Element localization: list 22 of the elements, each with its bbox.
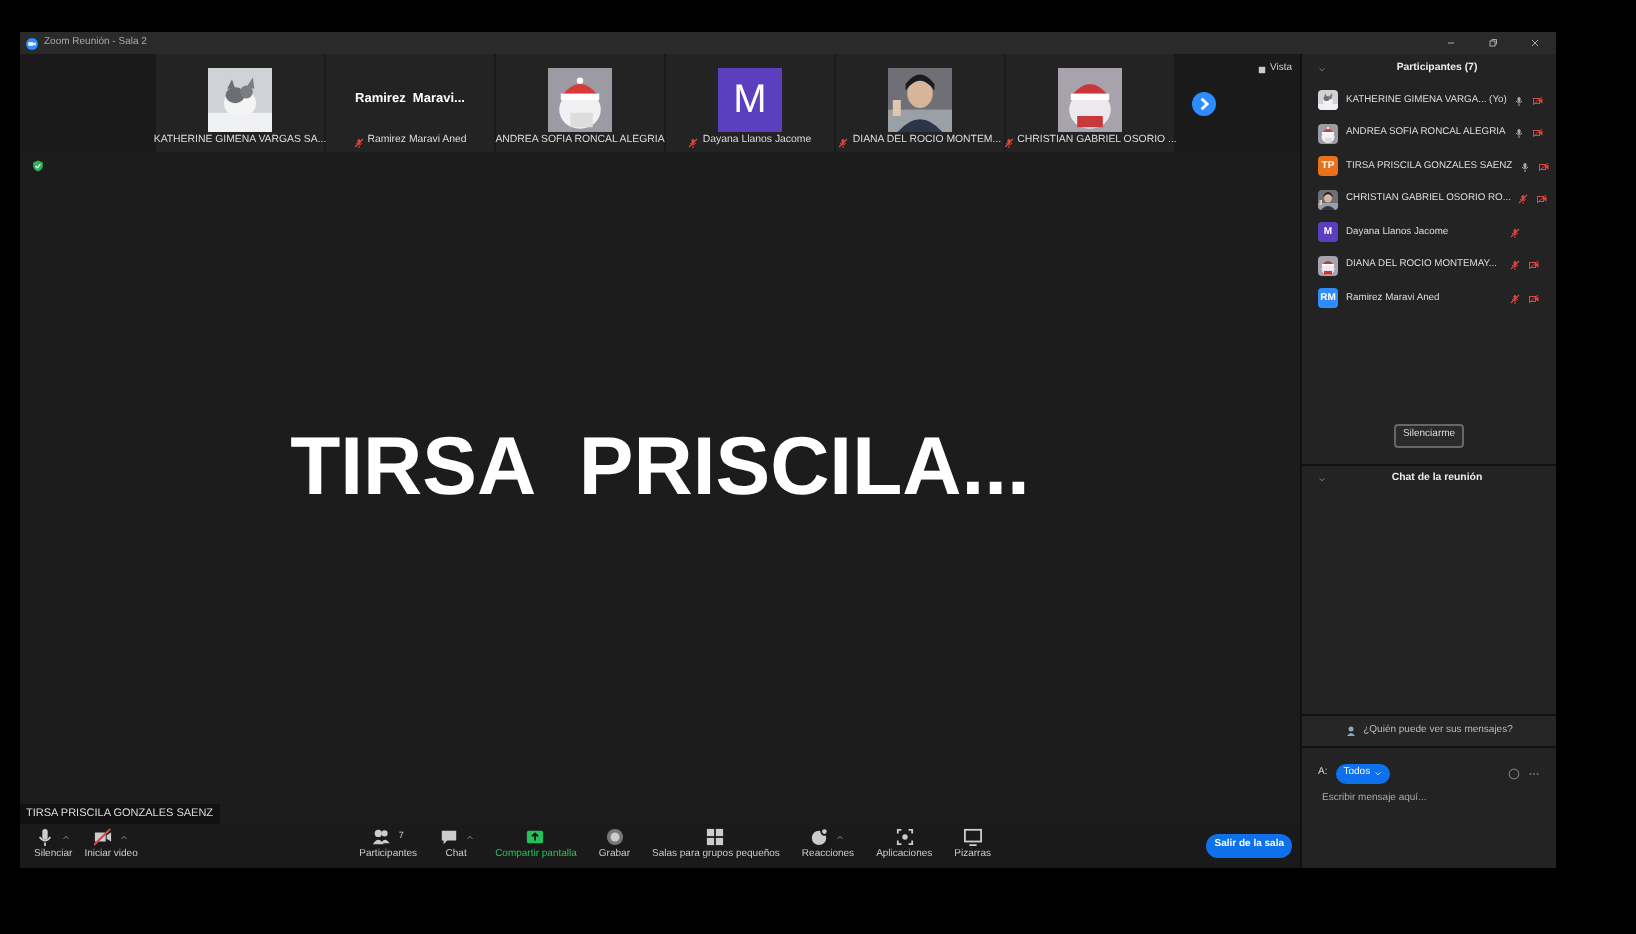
speaker-name: TIRSA PRISCILA... [290, 418, 1030, 517]
grid-icon [706, 828, 725, 847]
apps-icon [895, 828, 914, 847]
app-logo-icon [26, 37, 38, 49]
emoji-icon[interactable] [1508, 767, 1520, 780]
caret-icon [1374, 769, 1383, 778]
restore-icon[interactable] [1488, 38, 1498, 48]
collapse-icon[interactable] [1318, 476, 1326, 484]
video-off-icon [94, 828, 113, 847]
person-icon [1345, 725, 1356, 736]
avatar: M [718, 68, 782, 132]
grid-icon [1257, 65, 1266, 74]
whiteboard-icon [963, 828, 982, 847]
minimize-icon[interactable] [1446, 38, 1456, 48]
chat-bubble-icon [439, 828, 458, 847]
next-page-button[interactable] [1192, 91, 1216, 115]
close-icon[interactable] [1530, 38, 1540, 48]
people-icon [372, 828, 391, 847]
microphone-icon [36, 828, 55, 847]
record-icon [605, 828, 624, 847]
collapse-icon[interactable] [1318, 65, 1326, 73]
security-shield-icon [32, 160, 44, 172]
